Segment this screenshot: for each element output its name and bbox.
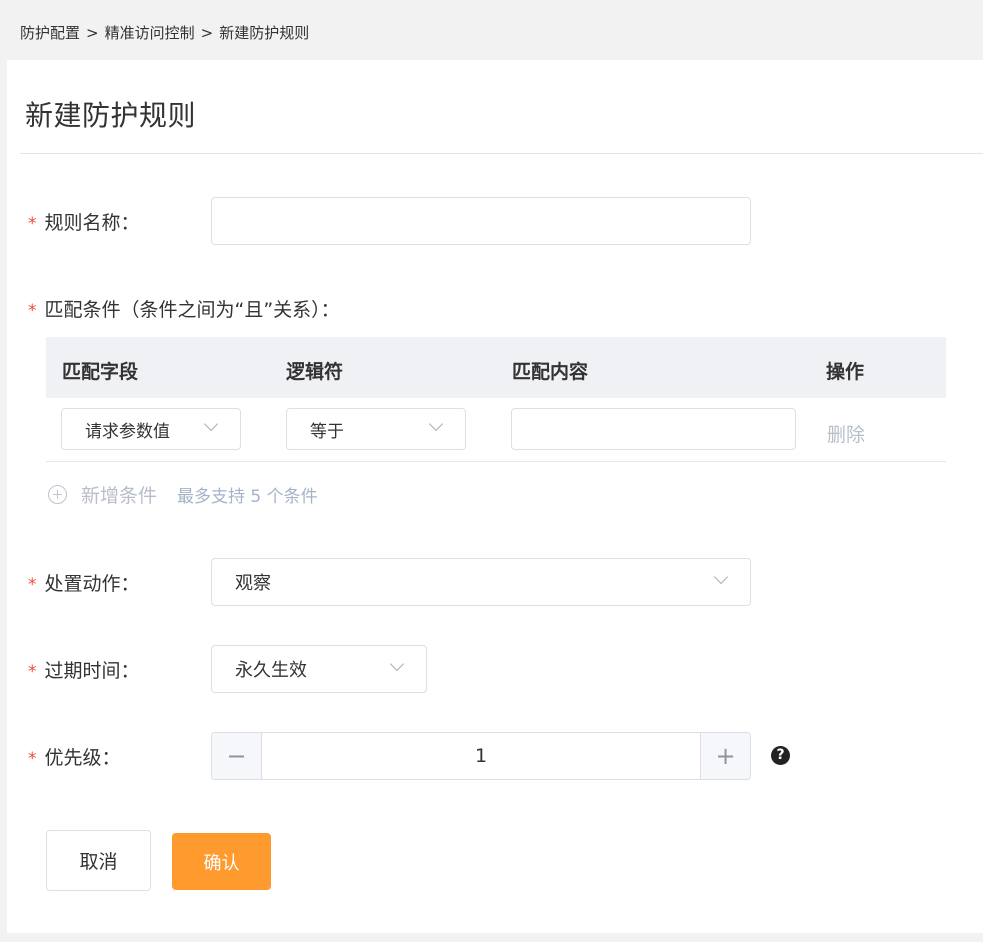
form-panel: 新建防护规则 * 规则名称： * 匹配条件（条件之间为“且”关系）： 匹配字段 逻辑…	[7, 60, 983, 933]
expire-label-text: 过期时间：	[44, 660, 140, 682]
column-header-action: 操作	[826, 361, 865, 383]
logic-operator-value: 等于	[310, 421, 344, 442]
add-condition-hint: 最多支持 5 个条件	[177, 487, 318, 507]
required-mark: *	[28, 214, 37, 234]
required-mark: *	[28, 662, 37, 682]
action-value: 观察	[235, 573, 271, 594]
chevron-down-icon	[206, 419, 218, 431]
expire-select[interactable]: 永久生效	[211, 645, 427, 693]
match-content-input[interactable]	[511, 408, 796, 450]
action-select[interactable]: 观察	[211, 558, 751, 606]
breadcrumb-item-protection-config[interactable]: 防护配置	[20, 24, 80, 42]
page-title: 新建防护规则	[25, 99, 197, 132]
decrement-button[interactable]: −	[212, 733, 262, 779]
priority-stepper: − 1 +	[211, 732, 751, 780]
required-mark: *	[28, 575, 37, 595]
logic-operator-select[interactable]: 等于	[286, 408, 466, 450]
breadcrumb-separator: >	[86, 24, 99, 42]
conditions-label: * 匹配条件（条件之间为“且”关系）：	[28, 295, 340, 322]
match-field-value: 请求参数值	[85, 421, 170, 442]
breadcrumb: 防护配置 > 精准访问控制 > 新建防护规则	[20, 22, 309, 43]
breadcrumb-separator: >	[200, 24, 214, 42]
column-header-field: 匹配字段	[62, 361, 139, 383]
priority-label-text: 优先级：	[44, 747, 121, 769]
increment-button[interactable]: +	[700, 733, 750, 779]
rule-name-label-text: 规则名称：	[44, 212, 140, 234]
chevron-down-icon	[392, 659, 404, 671]
delete-condition-link[interactable]: 删除	[827, 420, 865, 447]
breadcrumb-item-current: 新建防护规则	[219, 24, 310, 42]
confirm-button[interactable]: 确认	[172, 833, 271, 890]
conditions-label-text: 匹配条件（条件之间为“且”关系）：	[44, 299, 340, 321]
column-header-content: 匹配内容	[512, 361, 589, 383]
table-row-divider	[46, 461, 946, 462]
priority-label: * 优先级：	[28, 743, 121, 770]
required-mark: *	[28, 301, 37, 321]
question-help-icon[interactable]: ?	[771, 746, 790, 765]
column-header-logic: 逻辑符	[286, 361, 344, 383]
action-label-text: 处置动作：	[44, 573, 140, 595]
priority-input[interactable]: 1	[262, 733, 700, 779]
add-condition-label[interactable]: 新增条件	[81, 481, 157, 508]
title-divider	[20, 153, 983, 154]
action-label: * 处置动作：	[28, 569, 140, 596]
expire-value: 永久生效	[235, 660, 307, 681]
add-condition[interactable]: 新增条件 最多支持 5 个条件	[48, 481, 318, 508]
required-mark: *	[28, 749, 37, 769]
rule-name-label: * 规则名称：	[28, 208, 140, 235]
expire-label: * 过期时间：	[28, 656, 140, 683]
match-field-select[interactable]: 请求参数值	[61, 408, 241, 450]
cancel-button[interactable]: 取消	[46, 830, 151, 891]
add-circle-icon[interactable]	[48, 485, 67, 504]
chevron-down-icon	[431, 419, 443, 431]
conditions-table-header: 匹配字段 逻辑符 匹配内容 操作	[46, 337, 946, 398]
chevron-down-icon	[716, 572, 728, 584]
rule-name-input[interactable]	[211, 197, 751, 245]
breadcrumb-item-access-control[interactable]: 精准访问控制	[105, 24, 195, 42]
